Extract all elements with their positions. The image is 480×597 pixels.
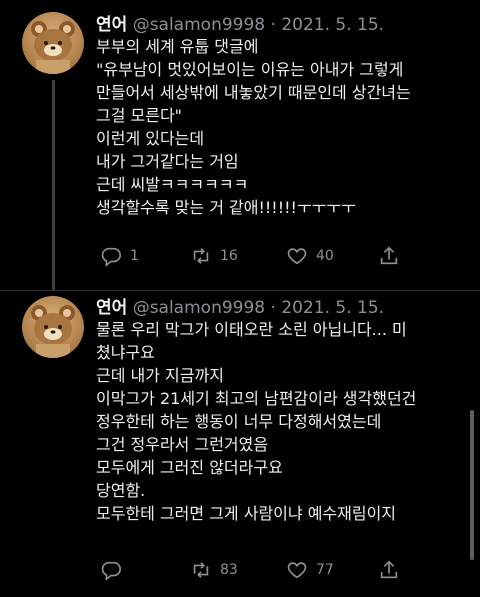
tweet-date[interactable]: 2021. 5. 15. <box>281 15 384 35</box>
like-button[interactable]: 40 <box>286 245 334 267</box>
tweet-1[interactable]: 연어 @salamon9998 · 2021. 5. 15. 부부의 세계 유툽… <box>0 0 480 290</box>
tweet-header: 연어 @salamon9998 · 2021. 5. 15. <box>96 10 384 35</box>
text-line: 정우한테 하는 행동이 너무 다정해서였는데 <box>96 412 382 431</box>
text-line: 근데 내가 지금까지 <box>96 366 224 385</box>
reply-icon <box>100 559 122 581</box>
like-count: 77 <box>316 562 334 578</box>
retweet-icon <box>190 245 212 267</box>
text-line: 모두한테 그러면 그게 사람이냐 예수재림이지 <box>96 504 397 523</box>
tweet-date[interactable]: 2021. 5. 15. <box>281 298 384 318</box>
user-handle[interactable]: @salamon9998 <box>133 298 265 318</box>
user-handle[interactable]: @salamon9998 <box>133 15 265 35</box>
reply-button[interactable]: 1 <box>100 245 139 267</box>
tweet-text: 부부의 세계 유툽 댓글에 "유부남이 멋있어보이는 이유는 아내가 그렇게 만… <box>96 35 468 219</box>
text-line: 쳤냐구요 <box>96 343 155 362</box>
display-name[interactable]: 연어 <box>96 15 127 35</box>
thread-line <box>52 80 55 290</box>
text-line: 생각할수록 맞는 거 같애!!!!!!ㅜㅜㅜㅜ <box>96 198 356 217</box>
text-line: 이막그가 21세기 최고의 남편감이라 생각했던건 <box>96 389 417 408</box>
share-button[interactable] <box>378 559 400 581</box>
text-line: 그건 정우라서 그런거였음 <box>96 435 269 454</box>
retweet-count: 83 <box>220 562 238 578</box>
text-line: 부부의 세계 유툽 댓글에 <box>96 37 259 56</box>
reply-icon <box>100 245 122 267</box>
separator: · <box>270 298 276 318</box>
reply-button[interactable] <box>100 559 130 581</box>
text-line: 근데 씨발ㅋㅋㅋㅋㅋㅋ <box>96 175 249 194</box>
text-line: 그걸 모른다" <box>96 106 183 125</box>
text-line: 만들어서 세상밖에 내놓았기 때문인데 상간녀는 <box>96 83 411 102</box>
like-count: 40 <box>316 248 334 264</box>
share-button[interactable] <box>378 245 400 267</box>
tweet-header: 연어 @salamon9998 · 2021. 5. 15. <box>96 293 384 318</box>
heart-icon <box>286 559 308 581</box>
text-line: "유부남이 멋있어보이는 이유는 아내가 그렇게 <box>96 60 404 79</box>
tweet-actions: 1 16 40 <box>96 245 476 269</box>
text-line: 모두에게 그러진 않더라구요 <box>96 458 283 477</box>
share-icon <box>378 245 400 267</box>
text-line: 물론 우리 막그가 이태오란 소린 아닙니다... 미 <box>96 320 407 339</box>
scrollbar[interactable] <box>470 410 474 560</box>
like-button[interactable]: 77 <box>286 559 334 581</box>
retweet-count: 16 <box>220 248 238 264</box>
separator: · <box>270 15 276 35</box>
share-icon <box>378 559 400 581</box>
text-line: 당연함. <box>96 481 146 500</box>
reply-count: 1 <box>130 248 139 264</box>
avatar[interactable] <box>22 296 84 358</box>
display-name[interactable]: 연어 <box>96 298 127 318</box>
retweet-button[interactable]: 83 <box>190 559 238 581</box>
heart-icon <box>286 245 308 267</box>
tweet-actions: 83 77 <box>96 559 476 583</box>
text-line: 내가 그거같다는 거임 <box>96 152 239 171</box>
tweet-text: 물론 우리 막그가 이태오란 소린 아닙니다... 미 쳤냐구요 근데 내가 지… <box>96 318 468 525</box>
text-line: 이런게 있다는데 <box>96 129 205 148</box>
avatar[interactable] <box>22 12 84 74</box>
retweet-button[interactable]: 16 <box>190 245 238 267</box>
retweet-icon <box>190 559 212 581</box>
